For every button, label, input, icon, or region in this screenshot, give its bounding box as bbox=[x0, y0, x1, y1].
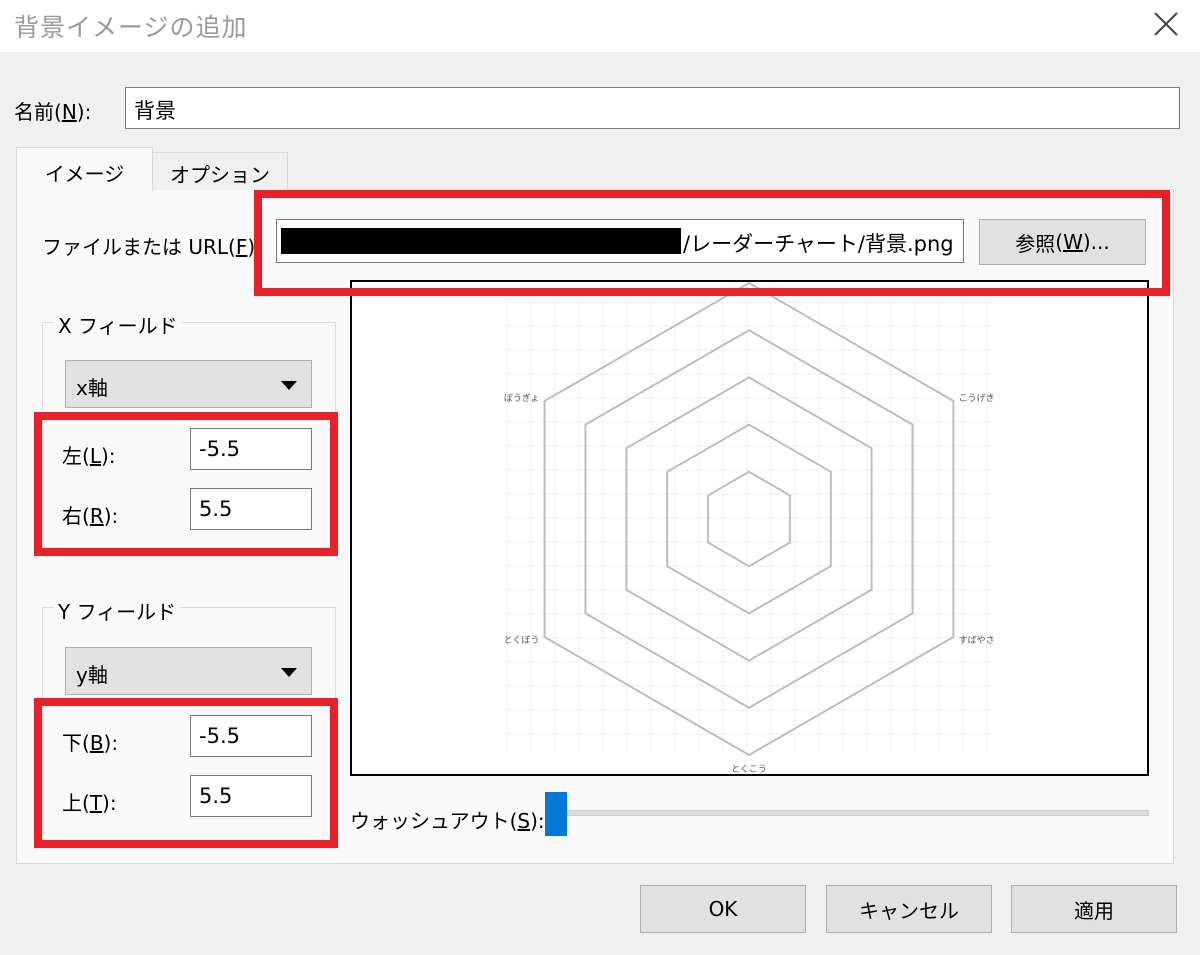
radar-axis-label: こうげき bbox=[959, 393, 995, 404]
radar-axis-label: とくこう bbox=[731, 764, 767, 774]
x-field-selected: x軸 bbox=[76, 376, 108, 400]
washout-slider-thumb[interactable] bbox=[545, 792, 567, 836]
radar-ring bbox=[584, 329, 914, 709]
radar-ring bbox=[666, 423, 832, 615]
radar-chart-preview: たいりょくこうげきすばやさとくこうとくぼうぼうぎょ bbox=[504, 282, 995, 774]
tab-options[interactable]: オプション bbox=[152, 152, 288, 190]
x-field-select[interactable]: x軸 bbox=[65, 360, 312, 408]
radar-ring bbox=[625, 376, 873, 662]
name-input[interactable]: 背景 bbox=[125, 87, 1180, 129]
y-field-select[interactable]: y軸 bbox=[65, 647, 312, 695]
y-field-selected: y軸 bbox=[76, 663, 108, 687]
chevron-down-icon bbox=[281, 381, 297, 390]
highlight-file-url bbox=[254, 190, 1170, 296]
image-preview: たいりょく こうげき すばやさ とくこう とくぼう ぼうぎょ bbox=[350, 280, 1149, 776]
ok-button[interactable]: OK bbox=[640, 885, 806, 933]
radar-axis-label: ぼうぎょ bbox=[504, 392, 540, 404]
file-url-label: ファイルまたは URL(F): bbox=[42, 235, 262, 259]
close-icon[interactable] bbox=[1146, 4, 1186, 44]
cancel-button[interactable]: キャンセル bbox=[826, 885, 992, 933]
chevron-down-icon bbox=[281, 668, 297, 677]
title-bar: 背景イメージの追加 bbox=[0, 0, 1200, 52]
radar-ring bbox=[707, 470, 791, 568]
window-title: 背景イメージの追加 bbox=[14, 13, 248, 42]
x-field-legend: X フィールド bbox=[54, 310, 182, 339]
radar-ring bbox=[543, 282, 955, 757]
highlight-x-range bbox=[34, 412, 338, 556]
radar-axis-label: すばやさ bbox=[959, 635, 995, 646]
washout-label: ウォッシュアウト(S): bbox=[350, 809, 545, 833]
y-field-legend: Y フィールド bbox=[54, 596, 181, 625]
name-label: 名前(N): bbox=[14, 100, 92, 124]
apply-button[interactable]: 適用 bbox=[1011, 885, 1177, 933]
washout-slider-track[interactable] bbox=[567, 810, 1149, 816]
radar-axis-label: とくぼう bbox=[504, 635, 540, 646]
tab-image[interactable]: イメージ bbox=[16, 147, 153, 191]
highlight-y-range bbox=[34, 698, 338, 848]
